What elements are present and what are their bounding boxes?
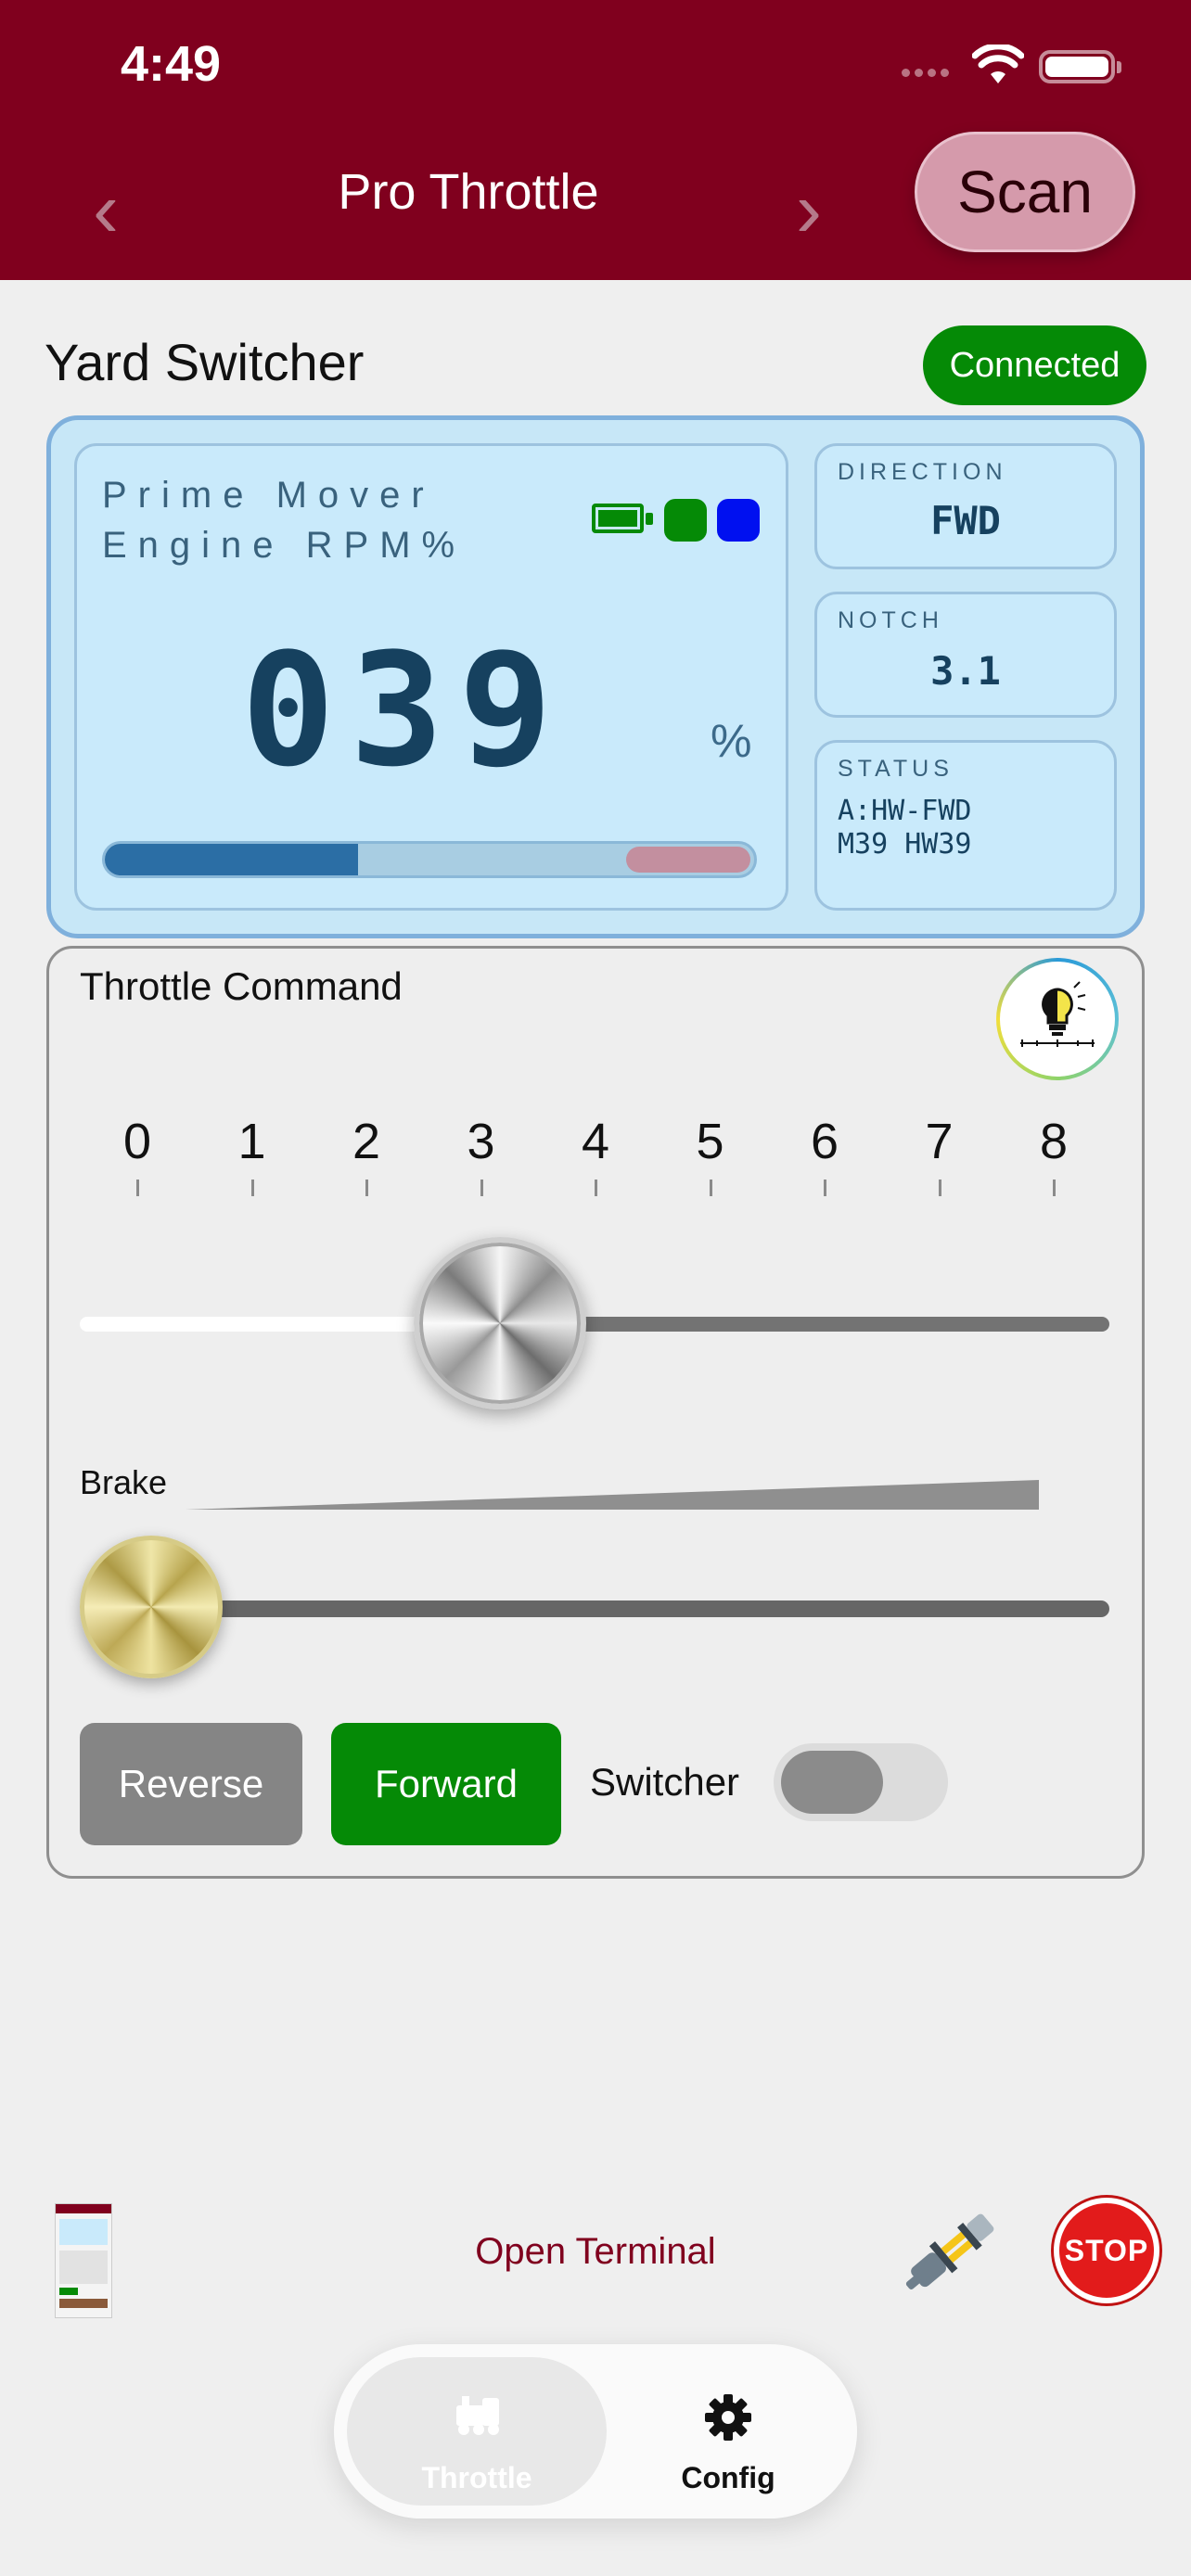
emergency-stop-button[interactable]: STOP [1054,2198,1159,2303]
throttle-title: Throttle Command [80,964,403,1008]
rpm-progress-fill [105,844,358,875]
scan-button[interactable]: Scan [915,132,1135,252]
notch-card: NOTCH 3.1 [814,592,1117,718]
throttle-track[interactable] [506,1317,1109,1332]
rpm-value: 039 [241,619,568,801]
brake-ramp-indicator [186,1480,1039,1516]
plug-icon[interactable] [889,2196,1005,2317]
lightbulb-icon[interactable] [996,958,1119,1080]
throttle-tick-label: 1 [237,1114,266,1169]
throttle-tick-mark [365,1180,368,1196]
brake-track[interactable] [186,1600,1109,1617]
throttle-tick-label: 0 [122,1114,152,1169]
screenshot-thumbnail[interactable] [55,2203,112,2318]
switcher-toggle[interactable] [774,1743,948,1821]
throttle-tick-label: 3 [467,1114,495,1169]
throttle-tick-mark [480,1180,483,1196]
forward-button[interactable]: Forward [331,1723,561,1845]
throttle-tick-mark [250,1180,254,1196]
cellular-signal-icon [902,65,957,78]
battery-indicator-icon [592,504,653,533]
throttle-tick-mark [938,1180,941,1196]
throttle-tick-mark [595,1180,597,1196]
direction-value: FWD [930,498,1001,543]
brake-slider-knob[interactable] [80,1536,223,1678]
brake-marker [626,847,750,873]
rpm-unit: % [711,715,752,767]
throttle-slider-knob[interactable] [414,1237,586,1409]
rpm-label-line1: Prime Mover [102,475,435,516]
green-status-indicator [664,499,707,542]
page-title: Pro Throttle [338,164,599,220]
throttle-tick-label: 5 [696,1114,724,1169]
throttle-tick-label: 8 [1039,1114,1069,1169]
rpm-progress-bar [102,841,757,878]
status-line-2: M39 HW39 [838,828,972,861]
train-icon [453,2392,503,2442]
battery-icon [1039,50,1121,83]
forward-chevron-icon[interactable]: › [796,171,822,249]
gear-icon [703,2392,753,2447]
tab-throttle-label: Throttle [421,2461,532,2494]
status-label: STATUS [838,756,954,782]
open-terminal-link[interactable]: Open Terminal [371,2231,820,2273]
brake-label: Brake [80,1463,168,1501]
throttle-tick-label: 4 [581,1114,610,1169]
throttle-tick-mark [1053,1180,1056,1196]
connection-status-badge: Connected [923,325,1146,405]
blue-status-indicator [717,499,760,542]
rpm-label-line2: Engine RPM% [102,525,467,566]
switcher-label: Switcher [590,1760,740,1804]
status-line-1: A:HW-FWD [838,795,972,827]
throttle-tick-mark [709,1180,712,1196]
status-time: 4:49 [121,36,222,92]
reverse-button[interactable]: Reverse [80,1723,302,1845]
throttle-tick-label: 7 [925,1114,954,1169]
throttle-tick-mark [824,1180,826,1196]
notch-value: 3.1 [930,648,1001,694]
locomotive-name: Yard Switcher [45,333,365,391]
status-card: STATUS A:HW-FWD M39 HW39 [814,740,1117,911]
direction-card: DIRECTION FWD [814,443,1117,569]
throttle-tick-label: 2 [352,1114,381,1169]
throttle-tick-mark [136,1180,139,1196]
tab-config-label: Config [681,2461,775,2494]
tab-config[interactable]: Config [612,2357,844,2506]
tab-throttle[interactable]: Throttle [347,2357,607,2506]
wifi-icon [971,43,1025,90]
direction-label: DIRECTION [838,459,1007,485]
throttle-tick-label: 6 [810,1114,839,1169]
back-chevron-icon[interactable]: ‹ [93,171,119,249]
notch-label: NOTCH [838,607,943,633]
